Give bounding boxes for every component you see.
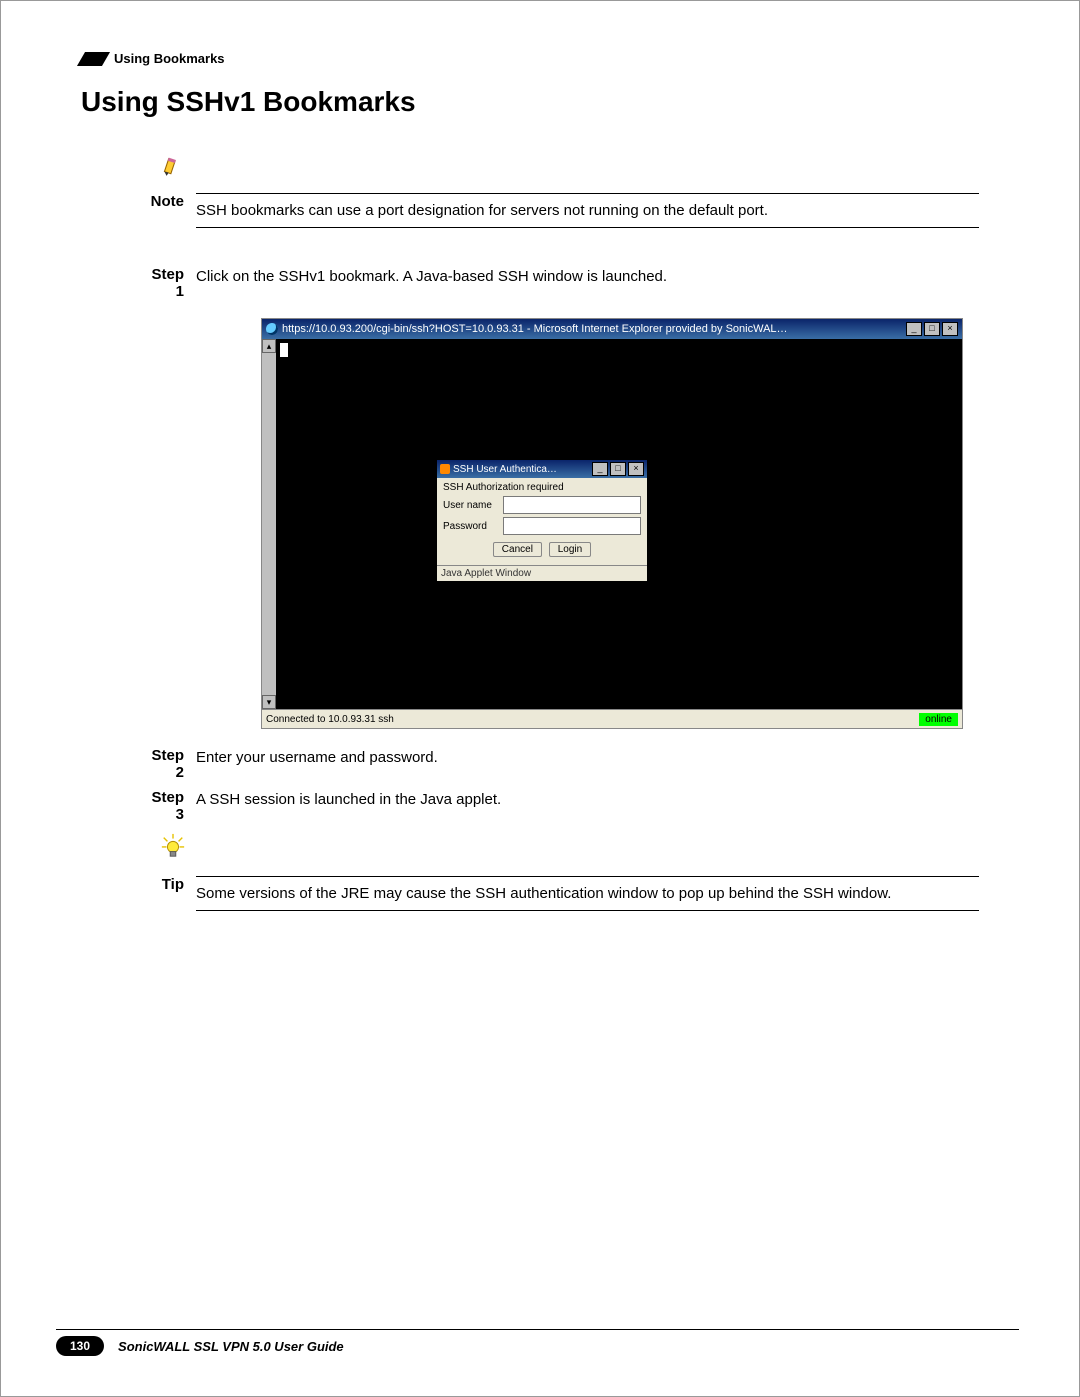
tip-text: Some versions of the JRE may cause the S… — [196, 876, 979, 911]
page-footer: 130 SonicWALL SSL VPN 5.0 User Guide — [56, 1329, 1019, 1356]
cancel-button[interactable]: Cancel — [493, 542, 542, 557]
step-text: Enter your username and password. — [196, 747, 979, 768]
header-slash-icon — [77, 52, 110, 66]
pencil-icon — [141, 148, 196, 183]
ssh-terminal-area: ▴ ▾ SSH User Authentica… _ □ × — [262, 339, 962, 709]
scroll-up-icon[interactable]: ▴ — [262, 339, 276, 353]
dialog-close-icon[interactable]: × — [628, 462, 644, 476]
password-label: Password — [443, 521, 503, 532]
login-button[interactable]: Login — [549, 542, 591, 557]
step-row: Step 3 A SSH session is launched in the … — [141, 789, 979, 823]
status-online: online — [919, 713, 958, 726]
minimize-icon[interactable]: _ — [906, 322, 922, 336]
lightbulb-icon — [141, 831, 196, 866]
step-text: Click on the SSHv1 bookmark. A Java-base… — [196, 266, 979, 287]
maximize-icon[interactable]: □ — [924, 322, 940, 336]
step-row: Step 2 Enter your username and password. — [141, 747, 979, 781]
terminal-cursor — [280, 343, 288, 357]
ssh-screenshot: https://10.0.93.200/cgi-bin/ssh?HOST=10.… — [261, 318, 963, 729]
window-buttons: _ □ × — [906, 322, 958, 336]
auth-dialog-title: SSH User Authentica… — [453, 464, 557, 475]
page-title: Using SSHv1 Bookmarks — [81, 86, 1019, 118]
scroll-down-icon[interactable]: ▾ — [262, 695, 276, 709]
password-input[interactable] — [503, 517, 641, 535]
step-text: A SSH session is launched in the Java ap… — [196, 789, 979, 810]
java-icon — [440, 464, 450, 474]
close-icon[interactable]: × — [942, 322, 958, 336]
step-label: Step 1 — [141, 266, 196, 300]
username-input[interactable] — [503, 496, 641, 514]
breadcrumb: Using Bookmarks — [114, 51, 225, 66]
username-label: User name — [443, 500, 503, 511]
ie-globe-icon — [266, 323, 278, 335]
tip-label: Tip — [141, 876, 196, 893]
ie-titlebar: https://10.0.93.200/cgi-bin/ssh?HOST=10.… — [262, 319, 962, 339]
dialog-minimize-icon[interactable]: _ — [592, 462, 608, 476]
applet-footer: Java Applet Window — [437, 565, 647, 581]
step-row: Step 1 Click on the SSHv1 bookmark. A Ja… — [141, 266, 979, 300]
note-text: SSH bookmarks can use a port designation… — [196, 193, 979, 228]
ie-title-text: https://10.0.93.200/cgi-bin/ssh?HOST=10.… — [282, 323, 788, 335]
auth-message: SSH Authorization required — [443, 482, 641, 493]
step-label: Step 2 — [141, 747, 196, 781]
step-label: Step 3 — [141, 789, 196, 823]
page-header: Using Bookmarks — [81, 51, 1019, 66]
ie-status-bar: Connected to 10.0.93.31 ssh online — [262, 709, 962, 728]
footer-title: SonicWALL SSL VPN 5.0 User Guide — [118, 1339, 344, 1354]
page-number: 130 — [56, 1336, 104, 1356]
note-label: Note — [141, 193, 196, 210]
status-connection: Connected to 10.0.93.31 ssh — [266, 714, 394, 725]
dialog-maximize-icon[interactable]: □ — [610, 462, 626, 476]
ssh-auth-dialog: SSH User Authentica… _ □ × SSH Authoriza… — [436, 459, 648, 582]
